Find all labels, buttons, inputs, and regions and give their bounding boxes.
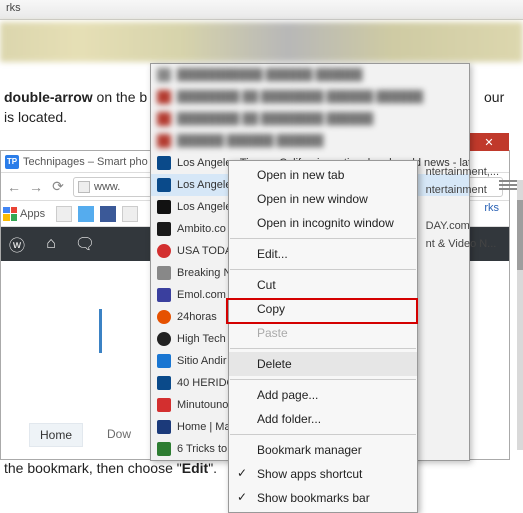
tab-favicon: TP bbox=[5, 155, 19, 169]
forward-button[interactable]: → bbox=[25, 176, 47, 198]
scrollbar-thumb[interactable] bbox=[517, 200, 523, 270]
top-label: rks bbox=[6, 2, 21, 14]
ctx-open-incognito[interactable]: Open in incognito window bbox=[229, 211, 417, 235]
check-icon: ✓ bbox=[237, 466, 247, 480]
tab-title: Technipages – Smart pho bbox=[23, 156, 148, 168]
wordpress-icon[interactable]: ⓦ bbox=[7, 234, 27, 254]
bookmark-icon[interactable] bbox=[100, 206, 116, 222]
file-icon bbox=[78, 181, 90, 193]
site-tabs: Home Dow bbox=[29, 423, 137, 447]
apps-button[interactable]: Apps bbox=[3, 207, 45, 221]
separator bbox=[230, 379, 416, 380]
blue-bar bbox=[99, 309, 102, 353]
tab-dow[interactable]: Dow bbox=[101, 423, 137, 447]
scrollbar[interactable] bbox=[517, 180, 523, 450]
bookmark-item-blurred[interactable]: ████████ ██ ████████ ██████ ██████ bbox=[151, 86, 469, 108]
ctx-cut[interactable]: Cut bbox=[229, 273, 417, 297]
ctx-show-bookmarks-bar[interactable]: ✓Show bookmarks bar bbox=[229, 486, 417, 510]
check-icon: ✓ bbox=[237, 490, 247, 504]
ctx-open-new-tab[interactable]: Open in new tab bbox=[229, 163, 417, 187]
back-button[interactable]: ← bbox=[3, 176, 25, 198]
24horas-icon bbox=[157, 310, 171, 324]
ctx-open-new-window[interactable]: Open in new window bbox=[229, 187, 417, 211]
bn-icon bbox=[157, 266, 171, 280]
bookmark-icon[interactable] bbox=[78, 206, 94, 222]
hightech-icon bbox=[157, 332, 171, 346]
hamburger-icon[interactable] bbox=[499, 178, 517, 192]
separator bbox=[230, 269, 416, 270]
separator bbox=[230, 434, 416, 435]
right-overflow-text: ntertainment,... ntertainment rks DAY.co… bbox=[426, 166, 499, 250]
latimes-icon bbox=[157, 178, 171, 192]
home-icon bbox=[157, 420, 171, 434]
ctx-bookmark-manager[interactable]: Bookmark manager bbox=[229, 438, 417, 462]
ctx-add-folder[interactable]: Add folder... bbox=[229, 407, 417, 431]
ctx-delete[interactable]: Delete bbox=[229, 352, 417, 376]
minutouno-icon bbox=[157, 398, 171, 412]
emol-icon bbox=[157, 288, 171, 302]
window-chrome-top: rks bbox=[0, 0, 523, 20]
herido-icon bbox=[157, 376, 171, 390]
context-menu[interactable]: Open in new tab Open in new window Open … bbox=[228, 160, 418, 513]
blurred-bookmarks-strip bbox=[0, 22, 523, 62]
ctx-edit[interactable]: Edit... bbox=[229, 242, 417, 266]
article-text-2: the bookmark, then choose "Edit". bbox=[4, 460, 217, 476]
bold-double-arrow: double-arrow bbox=[4, 89, 93, 105]
close-button[interactable]: ✕ bbox=[469, 133, 509, 151]
separator bbox=[230, 348, 416, 349]
ambito-icon bbox=[157, 222, 171, 236]
reload-button[interactable]: ⟳ bbox=[47, 176, 69, 198]
sitio-icon bbox=[157, 354, 171, 368]
home-icon[interactable]: ⌂ bbox=[41, 234, 61, 254]
bookmark-item-blurred[interactable]: ██████ ██████ ██████ bbox=[151, 130, 469, 152]
ctx-copy[interactable]: Copy bbox=[229, 297, 417, 321]
article-text-1: double-arrow on the b our is located. bbox=[4, 88, 147, 127]
ctx-show-apps[interactable]: ✓Show apps shortcut bbox=[229, 462, 417, 486]
latimes-icon bbox=[157, 156, 171, 170]
url-text: www. bbox=[94, 181, 120, 193]
comment-icon[interactable]: 🗨 bbox=[75, 234, 95, 254]
apps-icon bbox=[3, 207, 17, 221]
bookmark-icon[interactable] bbox=[122, 206, 138, 222]
usatoday-icon bbox=[157, 244, 171, 258]
separator bbox=[230, 238, 416, 239]
bookmark-item-blurred[interactable]: ████████ ██ ████████ ██████ bbox=[151, 108, 469, 130]
bookmark-icon[interactable] bbox=[56, 206, 72, 222]
ctx-paste: Paste bbox=[229, 321, 417, 345]
ctx-add-page[interactable]: Add page... bbox=[229, 383, 417, 407]
dn-icon bbox=[157, 200, 171, 214]
tab-home[interactable]: Home bbox=[29, 423, 83, 447]
bookmark-item-blurred[interactable]: ███████████ ██████ ██████ bbox=[151, 64, 469, 86]
six-icon bbox=[157, 442, 171, 456]
